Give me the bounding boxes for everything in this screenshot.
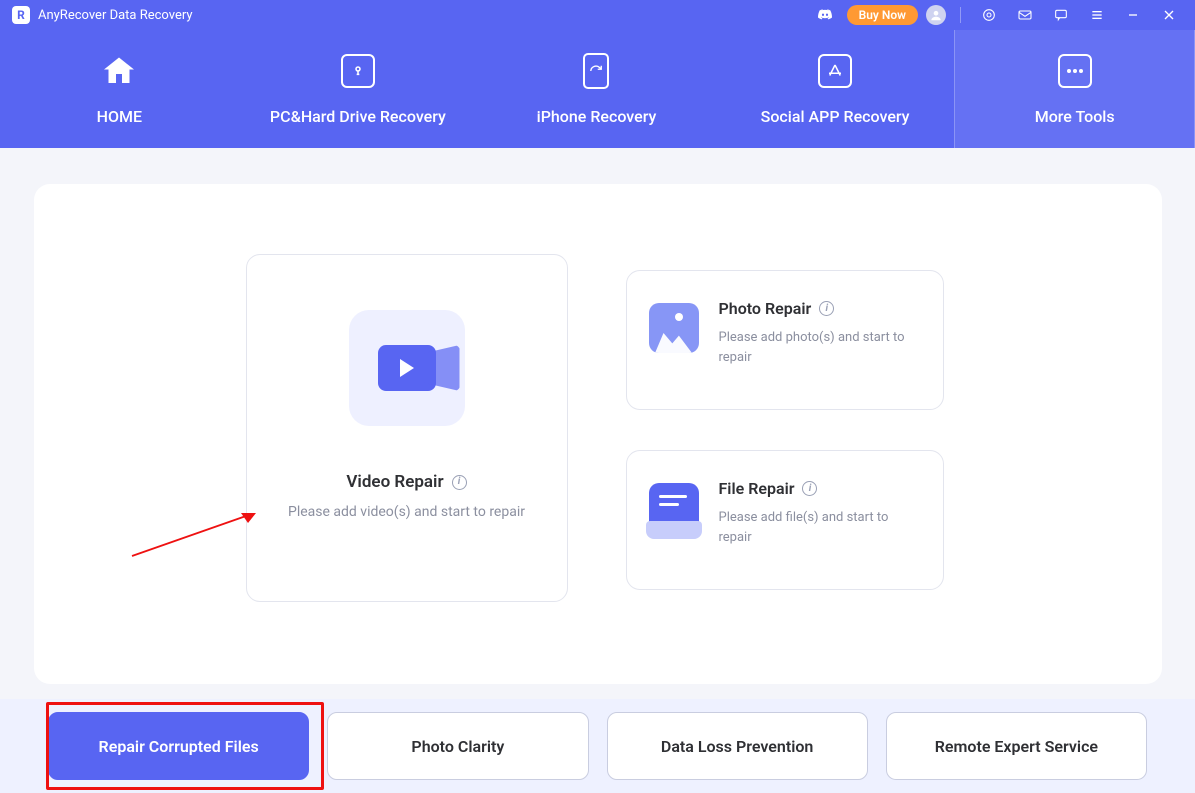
monitor-icon bbox=[340, 53, 376, 89]
app-title: AnyRecover Data Recovery bbox=[38, 8, 193, 23]
nav-tab-iphone[interactable]: iPhone Recovery bbox=[477, 30, 716, 148]
arrow-annotation-icon bbox=[128, 510, 258, 560]
nav-label: HOME bbox=[97, 107, 142, 126]
separator bbox=[960, 7, 961, 23]
footer-btn-repair-files[interactable]: Repair Corrupted Files bbox=[48, 712, 309, 780]
app-store-icon bbox=[817, 53, 853, 89]
file-repair-title: File Repair bbox=[719, 479, 795, 498]
file-icon bbox=[649, 483, 699, 533]
main-nav: HOME PC&Hard Drive Recovery iPhone Recov… bbox=[0, 30, 1195, 148]
buy-now-button[interactable]: Buy Now bbox=[847, 5, 918, 25]
phone-icon bbox=[578, 53, 614, 89]
home-icon bbox=[101, 53, 137, 89]
menu-icon[interactable] bbox=[1083, 4, 1111, 26]
nav-tab-pc[interactable]: PC&Hard Drive Recovery bbox=[239, 30, 478, 148]
target-icon[interactable] bbox=[975, 4, 1003, 26]
video-repair-desc: Please add video(s) and start to repair bbox=[288, 504, 525, 520]
file-repair-card[interactable]: File Repair i Please add file(s) and sta… bbox=[626, 450, 944, 590]
discord-icon[interactable] bbox=[811, 4, 839, 26]
footer-btn-data-loss[interactable]: Data Loss Prevention bbox=[607, 712, 868, 780]
nav-tab-social[interactable]: Social APP Recovery bbox=[716, 30, 955, 148]
content-panel: Video Repair i Please add video(s) and s… bbox=[34, 184, 1162, 684]
video-repair-title: Video Repair bbox=[346, 472, 443, 492]
minimize-icon[interactable] bbox=[1119, 4, 1147, 26]
info-icon[interactable]: i bbox=[819, 301, 834, 316]
more-icon bbox=[1057, 53, 1093, 89]
nav-label: More Tools bbox=[1035, 107, 1115, 126]
info-icon[interactable]: i bbox=[802, 481, 817, 496]
nav-tab-more-tools[interactable]: More Tools bbox=[954, 30, 1195, 148]
photo-repair-desc: Please add photo(s) and start to repair bbox=[719, 328, 921, 367]
close-icon[interactable] bbox=[1155, 4, 1183, 26]
feedback-icon[interactable] bbox=[1047, 4, 1075, 26]
footer-btn-photo-clarity[interactable]: Photo Clarity bbox=[327, 712, 588, 780]
app-logo-icon: R bbox=[12, 6, 30, 24]
footer-tabs: Repair Corrupted Files Photo Clarity Dat… bbox=[0, 699, 1195, 793]
mail-icon[interactable] bbox=[1011, 4, 1039, 26]
nav-label: PC&Hard Drive Recovery bbox=[270, 107, 446, 126]
nav-label: iPhone Recovery bbox=[537, 107, 657, 126]
titlebar: R AnyRecover Data Recovery Buy Now bbox=[0, 0, 1195, 30]
info-icon[interactable]: i bbox=[452, 475, 467, 490]
video-icon bbox=[349, 310, 465, 426]
user-avatar-icon[interactable] bbox=[926, 5, 946, 25]
file-repair-desc: Please add file(s) and start to repair bbox=[719, 508, 921, 547]
footer-btn-remote-expert[interactable]: Remote Expert Service bbox=[886, 712, 1147, 780]
nav-tab-home[interactable]: HOME bbox=[0, 30, 239, 148]
video-repair-card[interactable]: Video Repair i Please add video(s) and s… bbox=[246, 254, 568, 602]
photo-icon bbox=[649, 303, 699, 353]
photo-repair-card[interactable]: Photo Repair i Please add photo(s) and s… bbox=[626, 270, 944, 410]
nav-label: Social APP Recovery bbox=[761, 107, 910, 126]
photo-repair-title: Photo Repair bbox=[719, 299, 812, 318]
